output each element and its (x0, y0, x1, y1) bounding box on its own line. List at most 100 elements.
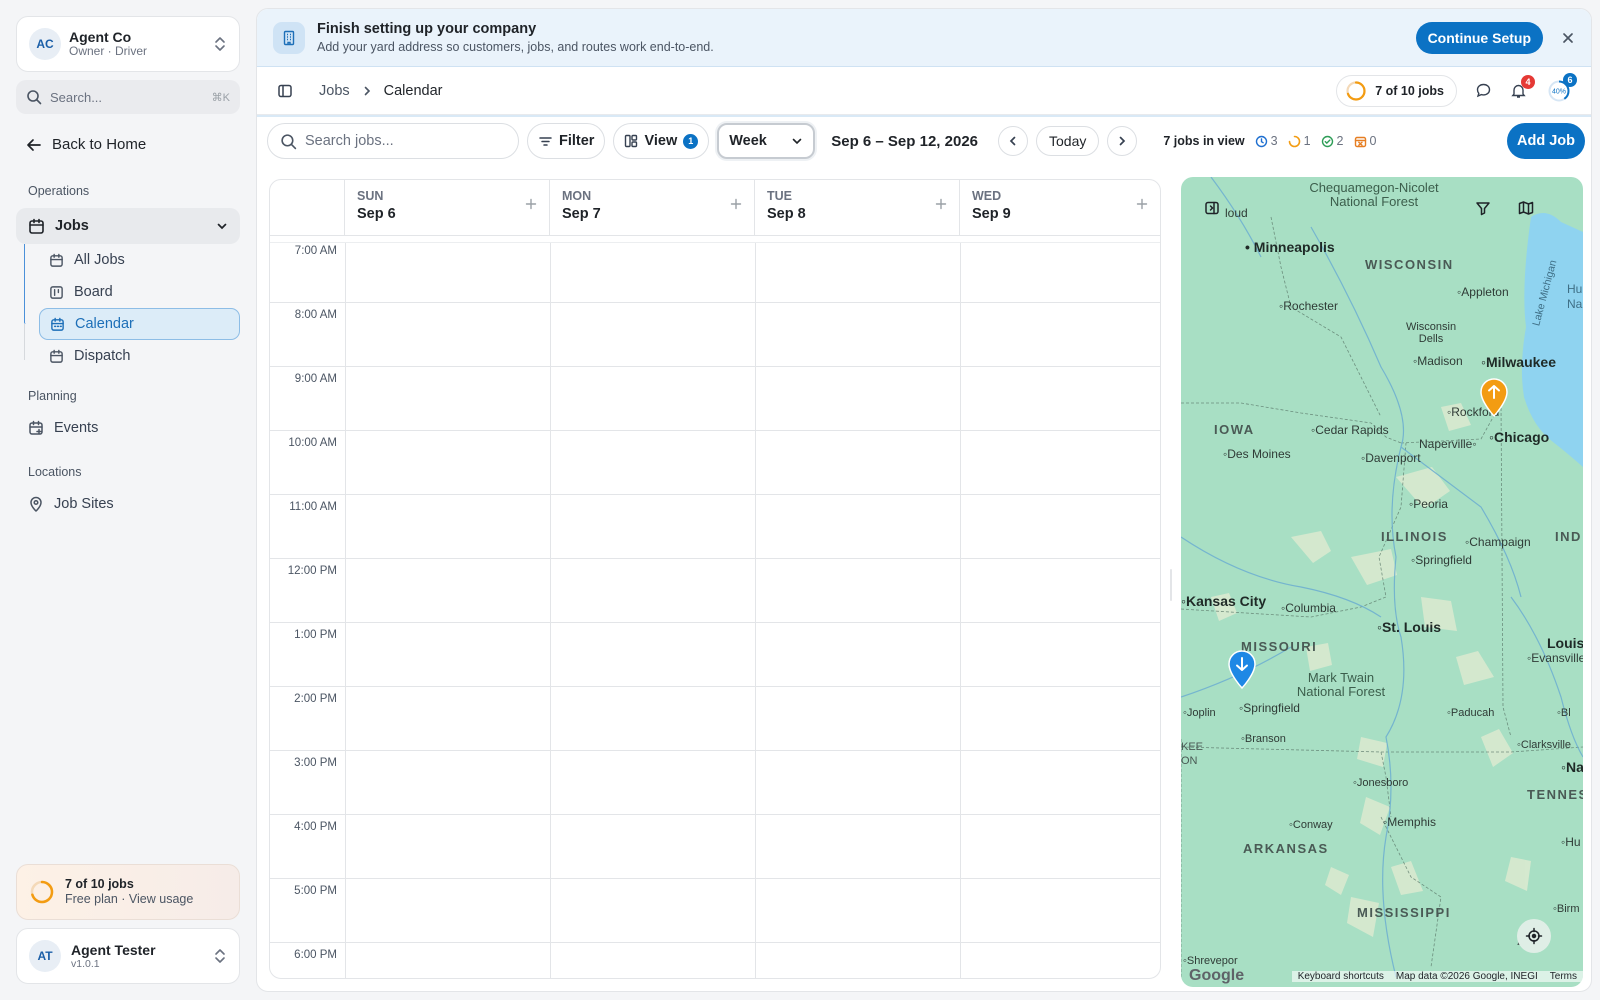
plus-icon[interactable] (730, 198, 742, 210)
recenter-icon[interactable] (1517, 919, 1551, 953)
sidebar-item-board[interactable]: Board (39, 276, 240, 308)
map-label: Louisv (1547, 635, 1583, 651)
map-label: ◦Cedar Rapids (1311, 423, 1389, 437)
map-label: ◦Clarksville (1517, 739, 1572, 751)
usage-card[interactable]: 7 of 10 jobs Free plan · View usage (16, 864, 240, 920)
user-menu[interactable]: AT Agent Tester v1.0.1 (16, 928, 240, 984)
map-label: ◦Chicago (1489, 429, 1550, 445)
time-slot-row[interactable] (270, 623, 1160, 687)
pickup-map-pin[interactable] (1479, 377, 1509, 417)
notification-badge: 4 (1521, 75, 1535, 89)
back-label: Back to Home (52, 136, 147, 153)
sidebar-item-all-jobs[interactable]: All Jobs (39, 244, 240, 276)
prev-week-button[interactable] (998, 126, 1028, 156)
time-label: 9:00 AM (294, 373, 337, 385)
job-search-placeholder: Search jobs... (305, 133, 394, 149)
next-week-button[interactable] (1107, 126, 1138, 156)
sidebar-item-calendar[interactable]: Calendar (39, 308, 240, 340)
user-avatar: AT (29, 940, 61, 972)
job-map[interactable]: Chequamegon-Nicolet National Forest loud… (1181, 177, 1583, 987)
time-label: 3:00 PM (294, 757, 337, 769)
map-label: ◦Bl (1557, 707, 1571, 719)
map-label: ◦Conway (1289, 819, 1333, 831)
search-shortcut: ⌘K (211, 91, 230, 104)
map-label: ◦Appleton (1457, 285, 1509, 299)
day-of-week: TUE (767, 189, 792, 203)
back-to-home-link[interactable]: Back to Home (26, 136, 146, 153)
banner-subtitle: Add your yard address so customers, jobs… (317, 39, 714, 54)
calendar-toolbar: Search jobs... Filter View 1 Week Sep 6 … (257, 115, 1591, 165)
collapse-map-icon[interactable] (1195, 191, 1229, 225)
breadcrumb-calendar: Calendar (383, 82, 443, 99)
time-slot-row[interactable] (270, 367, 1160, 431)
sidebar-search[interactable]: Search... ⌘K (16, 80, 240, 114)
range-select[interactable]: Week (717, 123, 816, 159)
calendar-time-grid[interactable]: 7:00 AM 8:00 AM 9:00 AM 10:00 AM 11:00 AM 12:… (270, 239, 1160, 978)
keyboard-shortcuts-link[interactable]: Keyboard shortcuts (1291, 970, 1390, 982)
section-operations: Operations (28, 184, 90, 198)
chevron-up-down-icon (213, 948, 227, 964)
sidebar-item-jobs[interactable]: Jobs (16, 208, 240, 244)
panel-resizer[interactable] (1170, 569, 1172, 601)
calendar-grid-icon (50, 317, 65, 332)
sidebar-toggle-icon[interactable] (277, 83, 293, 99)
sidebar-item-job-sites[interactable]: Job Sites (28, 496, 114, 512)
plus-icon[interactable] (1136, 198, 1148, 210)
map-label: ARKANSAS (1243, 841, 1329, 856)
setup-progress-indicator[interactable]: 40% 6 (1547, 72, 1577, 103)
usage-progress-ring (29, 879, 55, 905)
range-select-value: Week (729, 133, 767, 149)
time-slot-row[interactable] (270, 559, 1160, 623)
job-search-input[interactable]: Search jobs... (267, 123, 519, 159)
time-slot-row[interactable] (270, 815, 1160, 879)
filter-button[interactable]: Filter (527, 123, 606, 159)
map-label: Wisconsin Dells (1405, 321, 1457, 346)
layout-icon (624, 134, 638, 148)
breadcrumb-jobs[interactable]: Jobs (319, 83, 350, 99)
time-slot-row[interactable] (270, 495, 1160, 559)
stat-in-progress-count: 1 (1303, 134, 1311, 148)
map-label: ◦Rochester (1279, 299, 1338, 313)
close-icon[interactable] (1561, 31, 1575, 45)
time-slot-row[interactable] (270, 431, 1160, 495)
day-date: Sep 6 (357, 205, 396, 222)
day-header-sun: SUN Sep 6 (345, 180, 550, 235)
sidebar-item-dispatch[interactable]: Dispatch (39, 340, 240, 372)
time-slot-row[interactable] (270, 879, 1160, 943)
filter-label: Filter (559, 133, 595, 149)
loader-icon (1288, 135, 1301, 148)
jobs-in-view-label: 7 jobs in view (1163, 134, 1245, 148)
sidebar-search-placeholder: Search... (50, 89, 103, 105)
add-job-button[interactable]: Add Job (1507, 123, 1585, 159)
time-slot-row[interactable] (270, 687, 1160, 751)
map-label: TENNESS (1527, 787, 1583, 802)
check-circle-icon (1321, 135, 1334, 148)
time-slot-row[interactable] (270, 239, 1160, 303)
jobs-label: Jobs (55, 218, 89, 234)
jobs-usage-pill[interactable]: 7 of 10 jobs (1336, 74, 1457, 107)
dropoff-map-pin[interactable] (1227, 649, 1257, 689)
map-layers-icon[interactable] (1509, 191, 1543, 225)
view-button[interactable]: View 1 (613, 123, 710, 159)
time-slot-row[interactable] (270, 303, 1160, 367)
map-label: ◦Kansas City (1181, 593, 1267, 609)
usage-subtitle: Free plan · View usage (65, 892, 194, 906)
today-button[interactable]: Today (1036, 126, 1100, 156)
plus-icon[interactable] (525, 198, 537, 210)
map-filter-icon[interactable] (1466, 191, 1500, 225)
time-slot-row[interactable] (270, 943, 1160, 978)
continue-setup-button[interactable]: Continue Setup (1415, 21, 1543, 54)
plus-icon[interactable] (935, 198, 947, 210)
section-locations: Locations (28, 465, 82, 479)
map-label: ILLINOIS (1381, 529, 1448, 544)
sidebar-item-events[interactable]: Events (28, 420, 98, 436)
time-label: 4:00 PM (294, 821, 337, 833)
time-slot-row[interactable] (270, 751, 1160, 815)
jobs-pill-label: 7 of 10 jobs (1375, 83, 1444, 98)
chat-icon[interactable] (1475, 82, 1492, 99)
org-switcher[interactable]: AC Agent Co Owner · Driver (16, 16, 240, 72)
view-count-badge: 1 (683, 133, 699, 149)
terms-link[interactable]: Terms (1543, 970, 1583, 982)
bell-icon[interactable]: 4 (1510, 75, 1535, 99)
map-label: Naperville◦ (1419, 437, 1477, 451)
